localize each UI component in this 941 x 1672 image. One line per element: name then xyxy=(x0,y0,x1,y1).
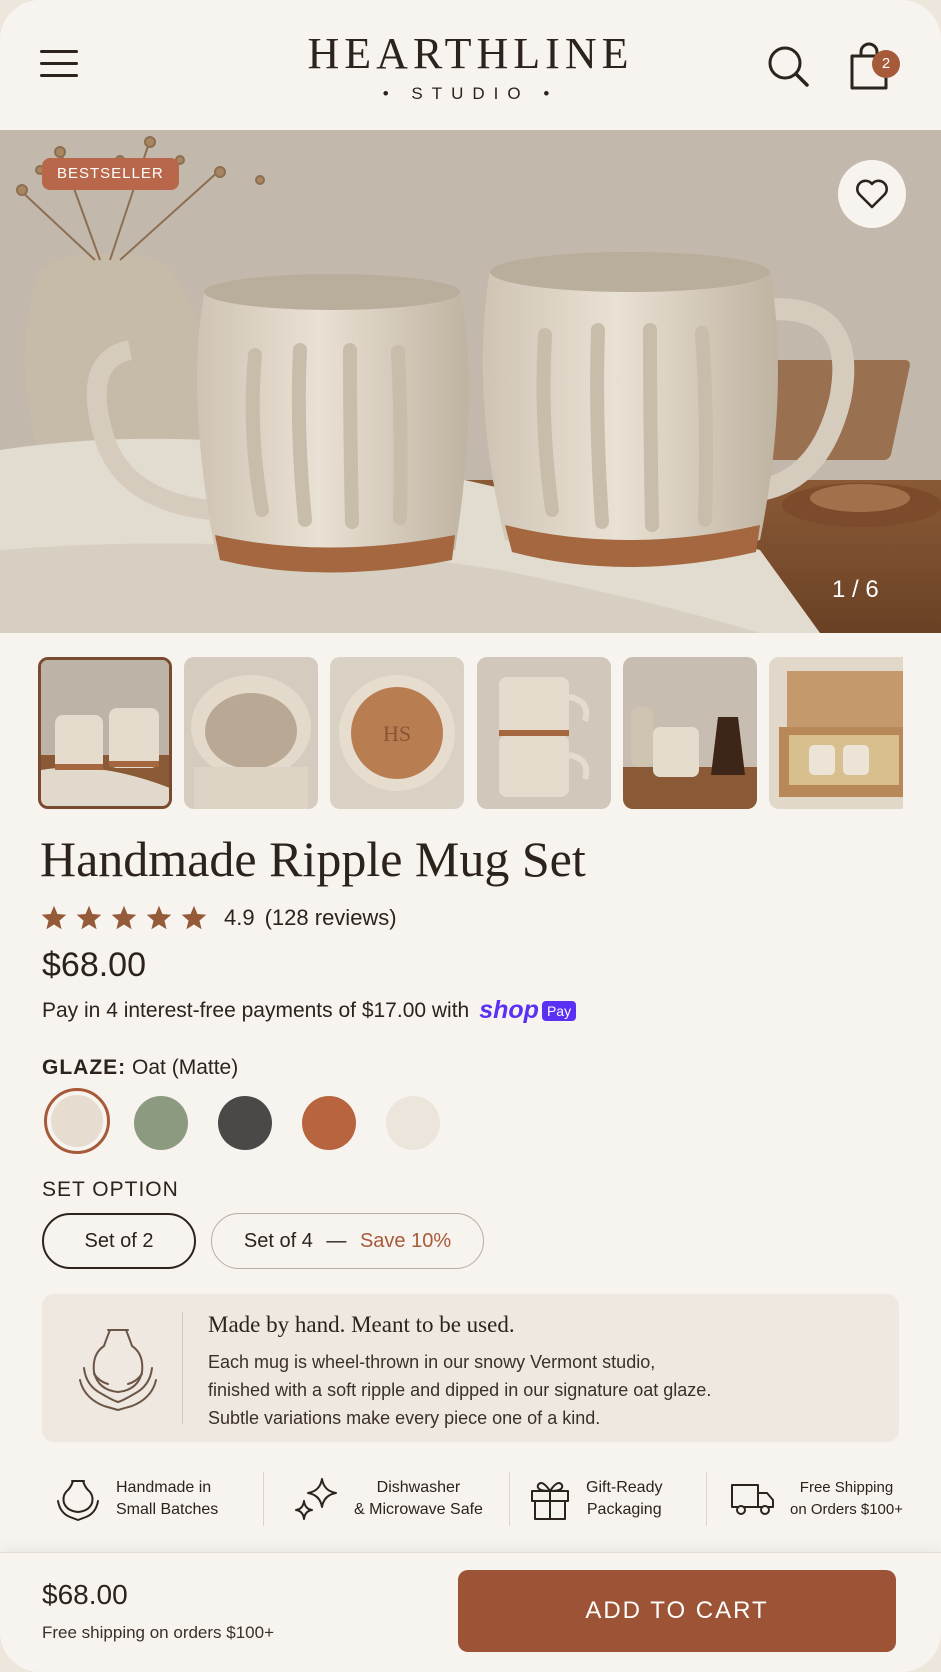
shop-pay-logo: shop xyxy=(479,996,539,1024)
craft-story-card: Made by hand. Meant to be used. Each mug… xyxy=(42,1294,899,1442)
truck-icon xyxy=(731,1484,774,1515)
favorite-button[interactable] xyxy=(838,160,906,228)
feature-dishwasher-line2: & Microwave Safe xyxy=(354,1501,483,1518)
footer-shipping-note: Free shipping on orders $100+ xyxy=(42,1623,275,1642)
feature-divider xyxy=(263,1472,264,1526)
product-title: Handmade Ripple Mug Set xyxy=(40,831,586,887)
story-title: Made by hand. Meant to be used. xyxy=(208,1312,515,1337)
feature-handmade-line2: Small Batches xyxy=(116,1501,219,1518)
feature-gift-line1: Gift-Ready xyxy=(586,1479,663,1496)
feature-dishwasher: Dishwasher & Microwave Safe xyxy=(292,1462,483,1536)
story-line-2: finished with a soft ripple and dipped i… xyxy=(208,1380,712,1400)
bestseller-badge: BESTSELLER xyxy=(42,158,179,190)
thumbnail-strip[interactable]: HS xyxy=(38,657,941,809)
thumb-gift-box xyxy=(769,657,903,809)
feature-shipping-line2: on Orders $100+ xyxy=(790,1501,903,1518)
feature-strip: Handmade in Small Batches Dishwasher & M… xyxy=(0,1462,941,1536)
feature-handmade-line1: Handmade in xyxy=(116,1479,212,1496)
feature-gift-line2: Packaging xyxy=(586,1501,662,1518)
swatch-speckled-white[interactable] xyxy=(386,1096,440,1150)
thumb-mug-base: HS xyxy=(330,657,464,809)
glaze-selected: Oat xyxy=(132,1056,166,1079)
product-hero-image[interactable]: BESTSELLER 1 / 6 xyxy=(0,130,941,633)
footer-price: $68.00 xyxy=(42,1579,128,1610)
gift-icon xyxy=(531,1482,569,1520)
sparkle-icon xyxy=(295,1478,337,1520)
feature-handmade: Handmade in Small Batches xyxy=(54,1462,218,1536)
thumbnail-1[interactable] xyxy=(38,657,172,809)
header: HEARTHLINE • STUDIO • 2 xyxy=(0,0,941,130)
star-icon xyxy=(181,905,207,930)
review-count-link[interactable]: (128 reviews) xyxy=(265,905,397,931)
story-line-3: Subtle variations make every piece one o… xyxy=(208,1408,601,1428)
set-option-label: SET OPTION xyxy=(42,1178,179,1201)
installment-text: Pay in 4 interest-free payments of $17.0… xyxy=(42,998,470,1022)
feature-divider xyxy=(509,1472,510,1526)
cart-count-badge: 2 xyxy=(872,50,900,78)
sticky-cart-bar: $68.00 Free shipping on orders $100+ ADD… xyxy=(0,1552,941,1672)
set-of-4-savings: Save 10% xyxy=(359,1230,452,1252)
product-page: HEARTHLINE • STUDIO • 2 BESTSELLER 1 / 6… xyxy=(0,0,941,1672)
swatch-sage[interactable] xyxy=(134,1096,188,1150)
swatch-charcoal[interactable] xyxy=(218,1096,272,1150)
story-text: Each mug is wheel-thrown in our snowy Ve… xyxy=(208,1348,888,1432)
heart-icon xyxy=(856,179,888,209)
thumb-stamp-text: HS xyxy=(383,721,411,746)
shop-pay-badge: Pay xyxy=(541,1000,577,1021)
thumbnail-4[interactable] xyxy=(477,657,611,809)
thumbnail-2[interactable] xyxy=(184,657,318,809)
feature-gift: Gift-Ready Packaging xyxy=(528,1462,662,1536)
rating-value: 4.9 xyxy=(224,905,255,930)
thumb-mug-coffee xyxy=(623,657,757,809)
story-divider xyxy=(182,1312,183,1424)
search-button[interactable] xyxy=(766,44,810,88)
glaze-label: GLAZE: Oat (Matte) xyxy=(42,1056,238,1080)
feature-dishwasher-line1: Dishwasher xyxy=(376,1479,461,1496)
star-icon xyxy=(76,905,102,930)
story-line-1: Each mug is wheel-thrown in our snowy Ve… xyxy=(208,1352,656,1372)
thumb-stacked-mugs xyxy=(477,657,611,809)
installment-info[interactable]: Pay in 4 interest-free payments of $17.0… xyxy=(42,996,577,1025)
product-price: $68.00 xyxy=(42,946,146,984)
star-icon xyxy=(146,905,172,930)
swatch-terracotta[interactable] xyxy=(302,1096,356,1150)
thumbnail-3[interactable]: HS xyxy=(330,657,464,809)
swatch-oat[interactable] xyxy=(44,1088,110,1154)
thumbnail-6[interactable] xyxy=(769,657,903,809)
set-of-4-label: Set of 4 xyxy=(243,1230,313,1252)
hero-photo xyxy=(0,130,941,633)
thumb-mug-interior xyxy=(184,657,318,809)
thumbnail-5[interactable] xyxy=(623,657,757,809)
set-of-4-button[interactable]: Set of 4 — Save 10% xyxy=(211,1213,484,1269)
star-rating xyxy=(40,904,208,932)
feature-shipping: Free Shipping on Orders $100+ xyxy=(730,1462,903,1536)
product-rating[interactable]: 4.9 (128 reviews) xyxy=(40,900,397,936)
glaze-finish: (Matte) xyxy=(171,1056,239,1079)
set-of-2-button[interactable]: Set of 2 xyxy=(42,1213,196,1269)
search-icon xyxy=(768,46,809,87)
star-icon xyxy=(111,905,137,930)
feature-shipping-line1: Free Shipping xyxy=(799,1479,894,1496)
hands-vase-icon xyxy=(79,1329,157,1411)
image-counter: 1 / 6 xyxy=(832,576,879,603)
feature-divider xyxy=(706,1472,707,1526)
star-icon xyxy=(41,905,67,930)
set-of-4-dash: — xyxy=(326,1230,347,1252)
thumb-two-mugs xyxy=(41,660,169,806)
hands-vase-icon xyxy=(57,1480,99,1521)
glaze-label-key: GLAZE: xyxy=(42,1056,127,1079)
add-to-cart-button[interactable]: ADD TO CART xyxy=(458,1570,896,1652)
